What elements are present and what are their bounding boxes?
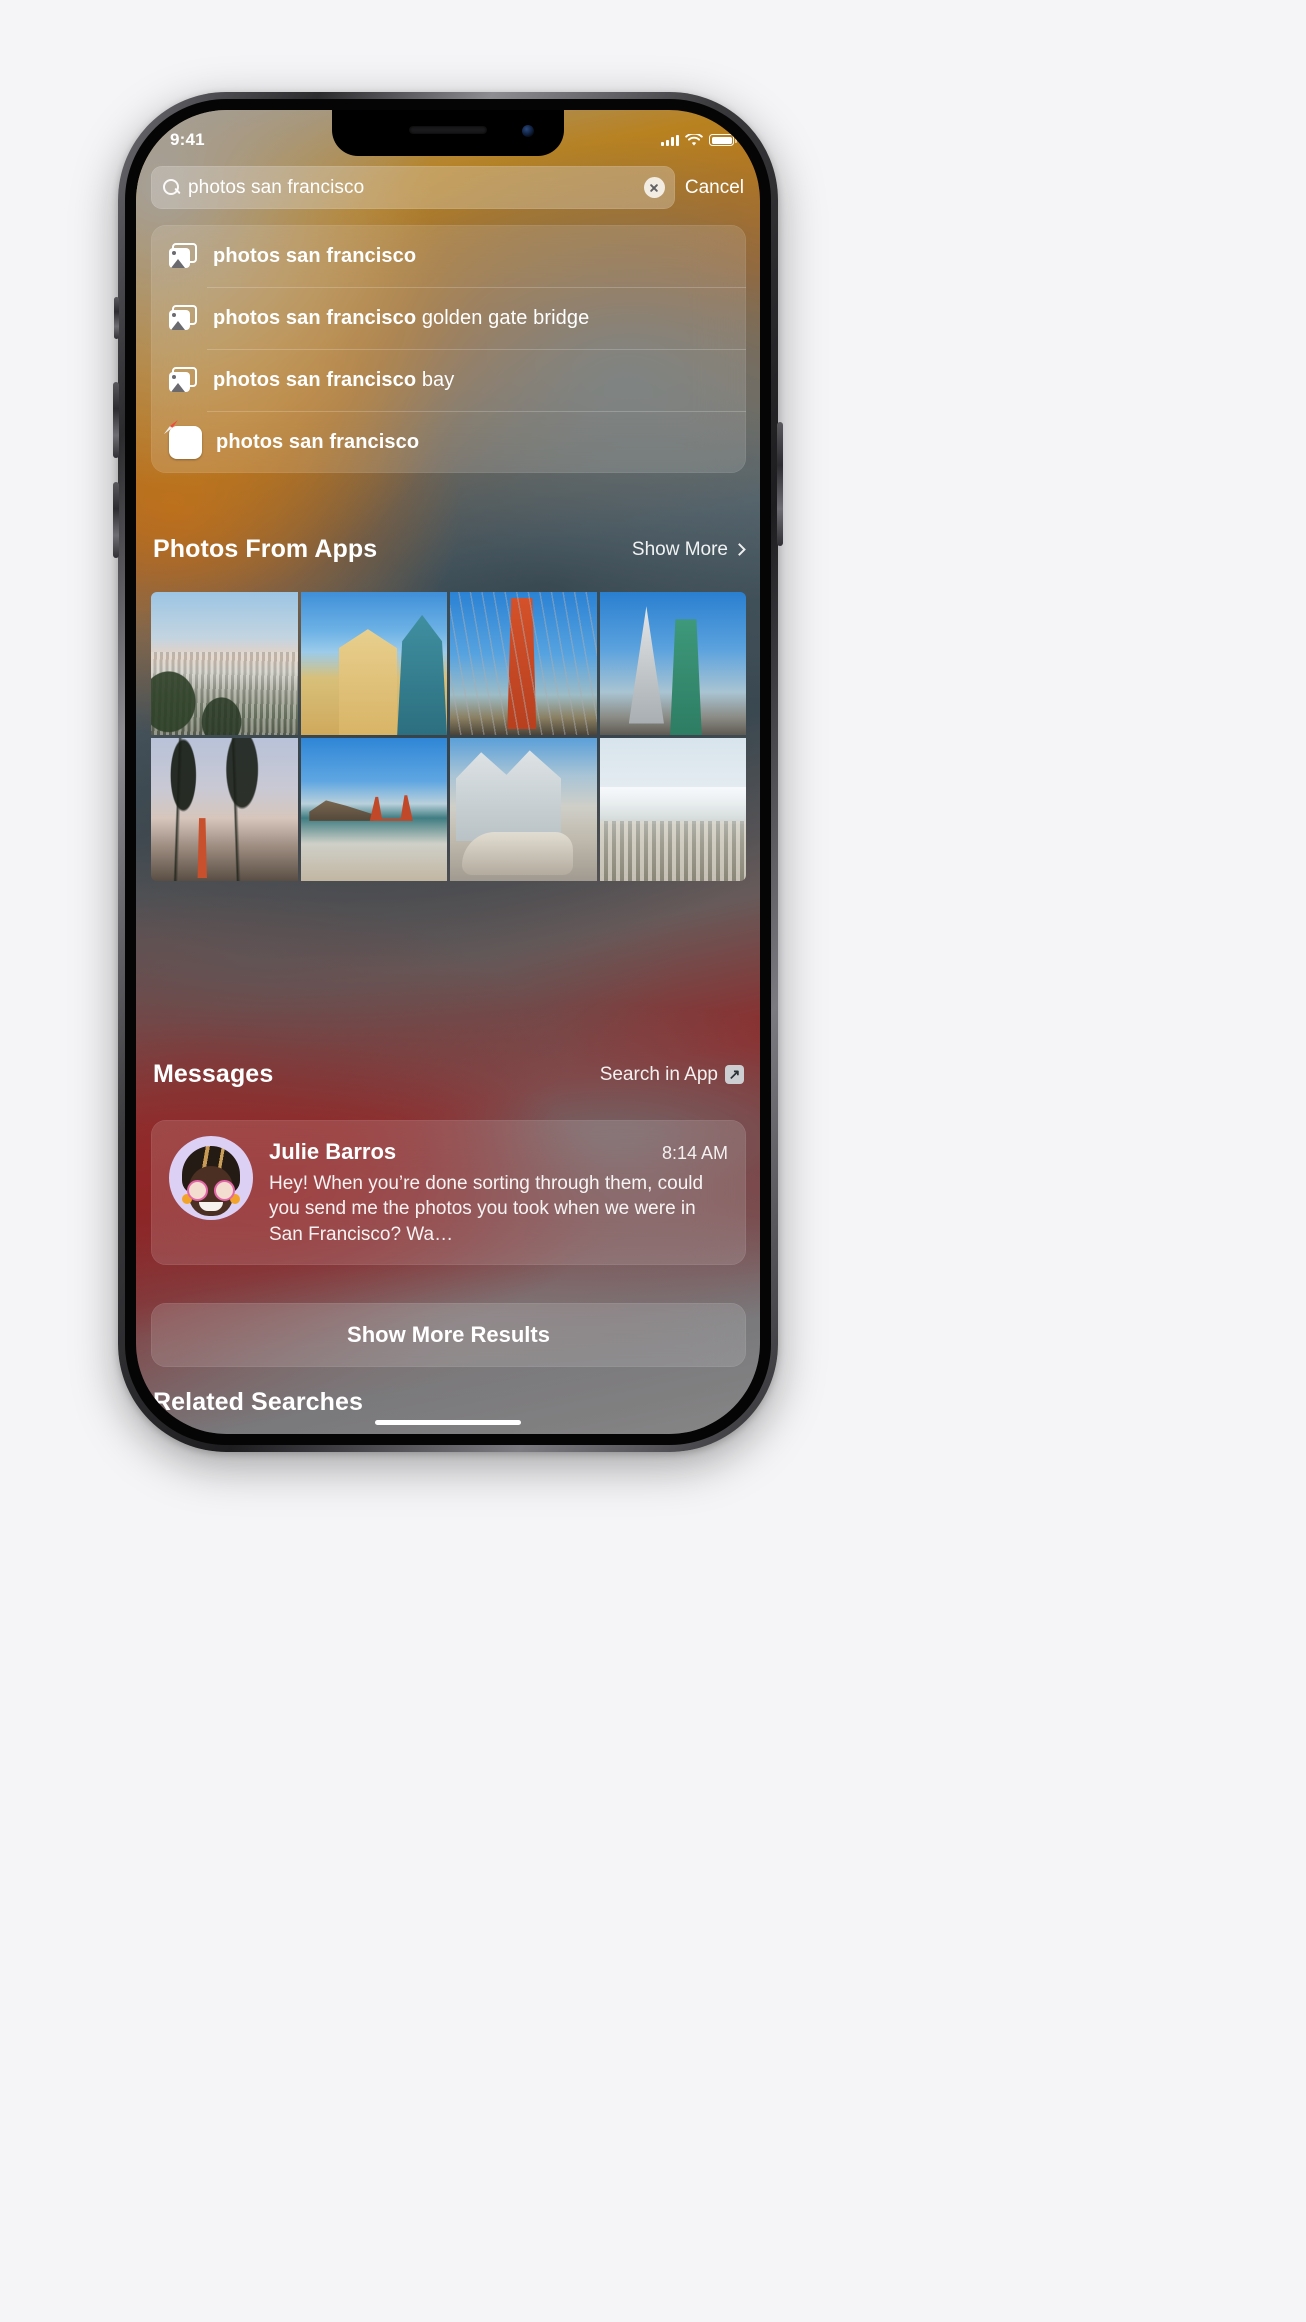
clear-icon[interactable]: [644, 177, 665, 198]
suggestion-bold-text: photos san francisco: [213, 369, 416, 391]
photos-section-title: Photos From Apps: [153, 535, 377, 564]
phone-screen: 9:41: [136, 110, 760, 1434]
mute-switch[interactable]: [114, 297, 119, 339]
photo-thumbnail[interactable]: [600, 592, 747, 735]
suggestion-label: photos san francisco golden gate bridge: [213, 307, 589, 330]
show-more-results-button[interactable]: Show More Results: [151, 1303, 746, 1367]
suggestion-bold-text: photos san francisco: [216, 431, 419, 453]
home-indicator[interactable]: [375, 1420, 521, 1426]
photo-thumbnail[interactable]: [450, 738, 597, 881]
spotlight-search-screen: photos san francisco Cancel photos san f…: [136, 110, 760, 1434]
search-icon: [163, 179, 180, 196]
suggestion-label: photos san francisco: [213, 245, 416, 268]
photo-grid: [151, 592, 746, 881]
photos-section-header: Photos From Apps Show More: [153, 535, 744, 564]
photo-thumbnail[interactable]: [301, 592, 448, 735]
suggestion-label: photos san francisco bay: [213, 369, 454, 392]
search-in-app-button[interactable]: Search in App: [600, 1064, 744, 1086]
cancel-button[interactable]: Cancel: [685, 177, 746, 199]
wifi-icon: [685, 134, 703, 147]
show-more-label: Show More: [632, 539, 728, 561]
chevron-right-icon: [733, 543, 746, 556]
photo-thumbnail[interactable]: [450, 592, 597, 735]
show-more-photos-button[interactable]: Show More: [632, 539, 744, 561]
status-indicators: [661, 134, 734, 147]
search-suggestions-list: photos san francisco photos san francisc…: [151, 225, 746, 473]
photo-stack-icon: [169, 243, 199, 269]
message-sender-name: Julie Barros: [269, 1139, 396, 1165]
iphone-device-frame: 9:41: [118, 92, 778, 1452]
related-searches-header: Related Searches: [153, 1388, 744, 1417]
status-clock: 9:41: [170, 130, 205, 150]
volume-up-button[interactable]: [113, 382, 119, 458]
device-bezel: 9:41: [125, 99, 771, 1445]
cellular-bars-icon: [661, 135, 679, 146]
photo-thumbnail[interactable]: [600, 738, 747, 881]
message-result-card[interactable]: Julie Barros 8:14 AM Hey! When you’re do…: [151, 1120, 746, 1265]
photo-stack-icon: [169, 305, 199, 331]
memoji-avatar: [169, 1136, 253, 1220]
status-bar: 9:41: [136, 110, 760, 156]
battery-icon: [709, 134, 734, 146]
safari-icon: [169, 426, 202, 459]
show-more-results-label: Show More Results: [347, 1322, 550, 1348]
suggestion-row-safari[interactable]: photos san francisco: [151, 411, 746, 473]
message-timestamp: 8:14 AM: [662, 1143, 728, 1164]
external-link-icon: [725, 1065, 744, 1084]
side-power-button[interactable]: [777, 422, 783, 546]
photo-thumbnail[interactable]: [151, 738, 298, 881]
message-preview-text: Hey! When you’re done sorting through th…: [269, 1171, 728, 1247]
suggestion-label: photos san francisco: [216, 431, 419, 454]
photo-thumbnail[interactable]: [301, 738, 448, 881]
suggestion-bold-text: photos san francisco: [213, 245, 416, 267]
messages-section-title: Messages: [153, 1060, 273, 1089]
suggestion-rest-text: golden gate bridge: [416, 307, 589, 329]
search-query-text: photos san francisco: [188, 177, 636, 199]
search-input[interactable]: photos san francisco: [151, 166, 675, 209]
search-in-app-label: Search in App: [600, 1064, 718, 1086]
photo-thumbnail[interactable]: [151, 592, 298, 735]
suggestion-row[interactable]: photos san francisco golden gate bridge: [151, 287, 746, 349]
related-searches-title: Related Searches: [153, 1388, 363, 1417]
suggestion-bold-text: photos san francisco: [213, 307, 416, 329]
volume-down-button[interactable]: [113, 482, 119, 558]
photo-stack-icon: [169, 367, 199, 393]
suggestion-row[interactable]: photos san francisco: [151, 225, 746, 287]
suggestion-rest-text: bay: [416, 369, 454, 391]
suggestion-row[interactable]: photos san francisco bay: [151, 349, 746, 411]
search-bar-row: photos san francisco Cancel: [151, 166, 746, 209]
messages-section-header: Messages Search in App: [153, 1060, 744, 1089]
